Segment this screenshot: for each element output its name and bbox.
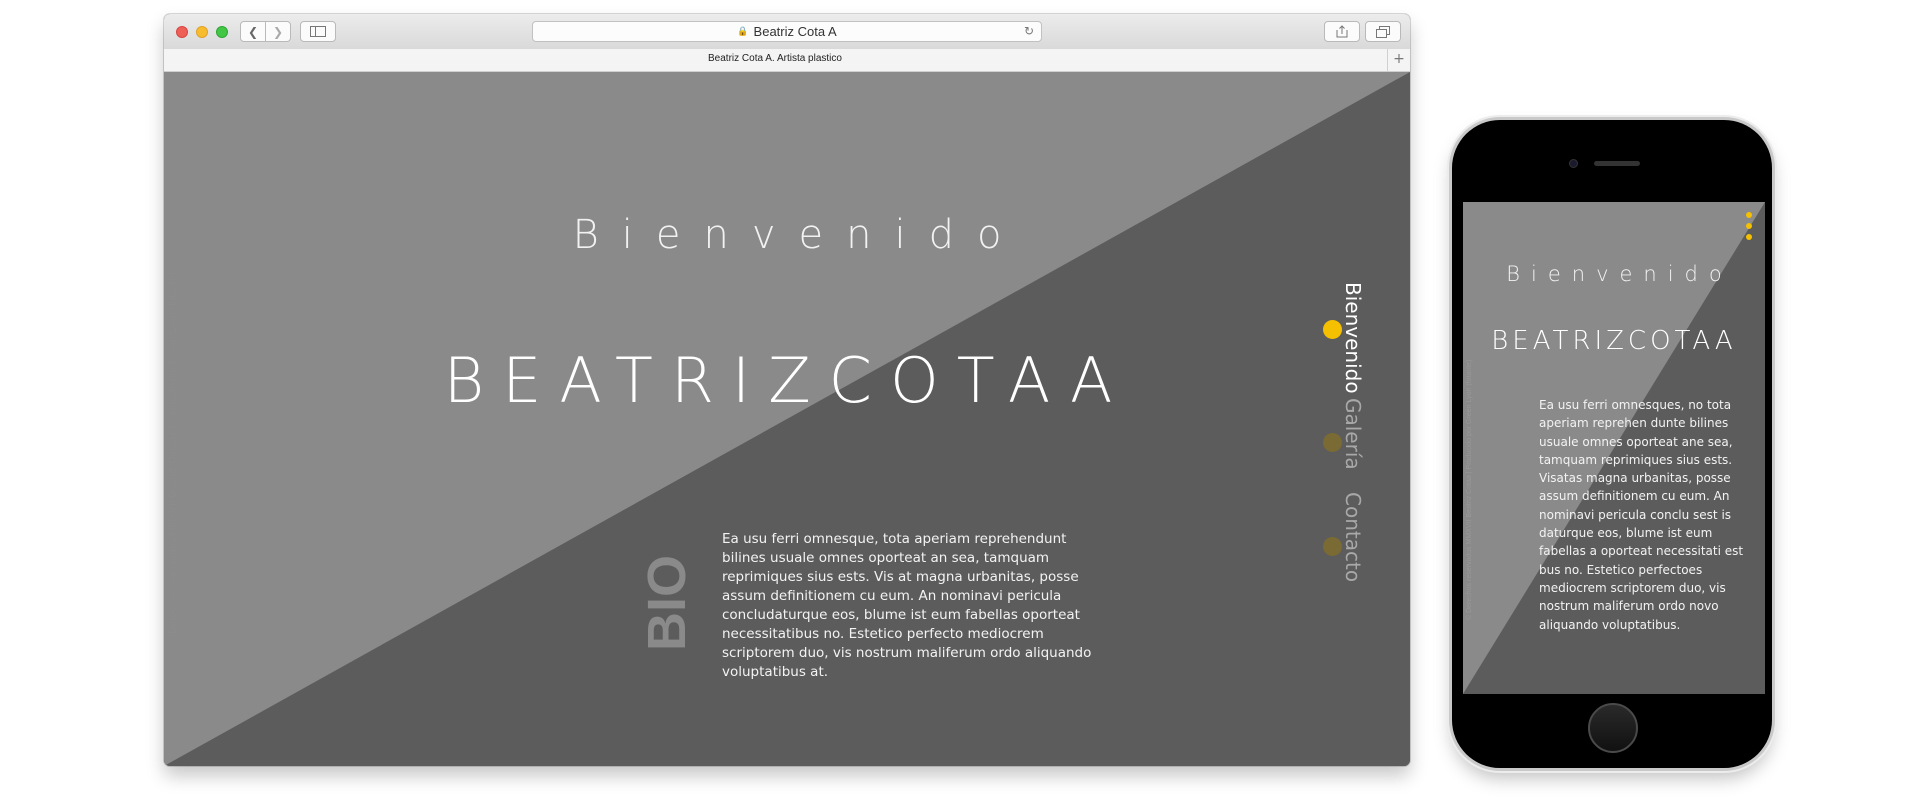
share-button[interactable] — [1324, 21, 1360, 42]
share-icon — [1336, 25, 1348, 38]
address-bar[interactable]: 🔒 Beatriz Cota A ↻ — [532, 21, 1042, 42]
mobile-site-screen: Bienvenido BEATRIZCOTAA © Derechos reser… — [1463, 202, 1765, 694]
tabs-overview-button[interactable] — [1365, 21, 1401, 42]
brand-logo: BEATRIZCOTAA — [443, 344, 1131, 417]
home-button[interactable] — [1588, 703, 1638, 753]
mobile-copyright-text: © Derechos reservados MMXVII Beatriz Cot… — [1466, 359, 1473, 620]
mobile-bio-text: Ea usu ferri omnesques, no tota aperiam … — [1539, 398, 1744, 632]
tabs-icon — [1376, 25, 1390, 38]
phone-device: Bienvenido BEATRIZCOTAA © Derechos reser… — [1452, 120, 1772, 768]
close-window-button[interactable] — [176, 26, 188, 38]
tab-bar: Beatriz Cota A. Artista plastico + — [164, 49, 1410, 72]
reload-icon[interactable]: ↻ — [1024, 24, 1034, 38]
sidebar-toggle-button[interactable] — [300, 21, 336, 42]
bio-text: Ea usu ferri omnesque, tota aperiam repr… — [722, 531, 1092, 680]
browser-window: ❮ ❯ 🔒 Beatriz Cota A ↻ Beatriz Cota A. A… — [164, 14, 1410, 766]
front-camera — [1569, 159, 1578, 168]
minimize-window-button[interactable] — [196, 26, 208, 38]
mobile-welcome-heading: Bienvenido — [1506, 262, 1733, 286]
nav-dot-galeria[interactable] — [1323, 433, 1342, 452]
browser-toolbar: ❮ ❯ 🔒 Beatriz Cota A ↻ — [164, 14, 1410, 50]
nav-item-contacto[interactable]: Contacto — [1341, 492, 1365, 582]
nav-dot-bienvenido[interactable] — [1323, 320, 1342, 339]
chevron-left-icon: ❮ — [247, 24, 259, 39]
lock-icon: 🔒 — [737, 26, 749, 37]
mobile-bio-label: BIO — [1489, 452, 1531, 520]
tab-title[interactable]: Beatriz Cota A. Artista plastico — [164, 53, 1386, 64]
welcome-heading: Bienvenido — [572, 212, 1025, 258]
sidebar-icon — [310, 26, 326, 37]
address-bar-text: Beatriz Cota A — [753, 24, 837, 39]
chevron-right-icon: ❯ — [272, 24, 284, 39]
menu-button[interactable] — [1744, 212, 1754, 244]
copyright-text: © Derechos reservados MMXVII Beatriz Cot… — [168, 272, 179, 644]
nav-dot-contacto[interactable] — [1323, 537, 1342, 556]
nav-item-galeria[interactable]: Galería — [1341, 398, 1365, 470]
zoom-window-button[interactable] — [216, 26, 228, 38]
back-button[interactable]: ❮ — [240, 21, 266, 42]
earpiece-speaker — [1594, 161, 1640, 166]
site-viewport: Bienvenido BEATRIZCOTAA BIO Ea usu ferri… — [164, 72, 1410, 766]
bio-label: BIO — [637, 555, 697, 652]
nav-item-bienvenido[interactable]: Bienvenido — [1341, 282, 1365, 394]
mobile-brand-logo: BEATRIZCOTAA — [1491, 326, 1737, 356]
forward-button[interactable]: ❯ — [265, 21, 291, 42]
new-tab-button[interactable]: + — [1387, 49, 1410, 71]
